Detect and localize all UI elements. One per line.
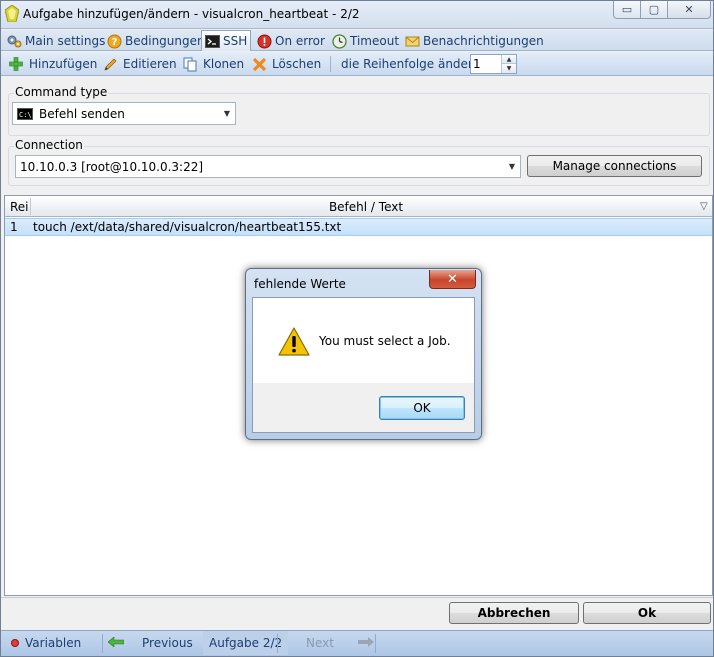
column-header-command[interactable]: Befehl / Text — [31, 196, 701, 217]
column-header-index[interactable]: Rei — [10, 196, 29, 217]
tab-benachrichtigungen[interactable]: Benachrichtigungen — [403, 31, 544, 51]
plus-icon — [8, 56, 24, 72]
previous-button[interactable]: Previous — [107, 631, 193, 655]
toolbar: Hinzufügen Editieren Klonen Löschen die … — [1, 52, 713, 76]
command-type-label: Command type — [14, 85, 109, 99]
connection-label: Connection — [14, 138, 84, 152]
dialog-message: You must select a Job. — [319, 334, 451, 348]
stepper-up-button[interactable]: ▲ — [501, 55, 516, 64]
maximize-icon: ▢ — [648, 3, 660, 16]
order-label-text: die Reihenfolge ändern — [341, 57, 481, 71]
dialog-title: fehlende Werte — [254, 277, 346, 291]
edit-button[interactable]: Editieren — [102, 55, 177, 73]
delete-x-icon — [251, 56, 267, 72]
manage-connections-button[interactable]: Manage connections — [527, 155, 702, 177]
command-type-value: Befehl senden — [39, 106, 125, 121]
command-prompt-icon: C:\ — [17, 107, 33, 120]
gears-icon — [7, 34, 22, 49]
command-type-select[interactable]: C:\ Befehl senden ▼ — [12, 102, 236, 125]
table-row[interactable]: 1 touch /ext/data/shared/visualcron/hear… — [5, 218, 712, 236]
previous-label: Previous — [142, 636, 193, 650]
grid-header: Rei Befehl / Text ▽ — [5, 196, 712, 217]
clone-label: Klonen — [203, 57, 245, 71]
tab-ssh[interactable]: SSH — [201, 30, 252, 51]
minimize-button[interactable]: ▭ — [613, 1, 641, 19]
dialog-body: You must select a Job. OK — [252, 297, 475, 433]
tab-main-settings[interactable]: Main settings — [5, 31, 105, 51]
chevron-down-icon: ▼ — [508, 162, 516, 171]
close-icon: ✕ — [684, 3, 694, 16]
window-title: Aufgabe hinzufügen/ändern - visualcron_h… — [23, 7, 360, 21]
tab-on-error-label: On error — [275, 34, 325, 48]
add-label: Hinzufügen — [29, 57, 98, 71]
status-separator — [277, 634, 278, 653]
delete-label: Löschen — [272, 57, 322, 71]
tab-main-settings-label: Main settings — [25, 34, 106, 48]
error-icon — [257, 34, 272, 49]
maximize-button[interactable]: ▢ — [640, 1, 668, 19]
copy-icon — [182, 56, 198, 72]
pencil-icon — [102, 56, 118, 72]
edit-label: Editieren — [123, 57, 177, 71]
arrow-right-icon — [357, 636, 374, 650]
tab-bar: Main settings ? Bedingungen SSH On error… — [1, 30, 713, 51]
next-button[interactable]: Next — [306, 631, 374, 655]
terminal-icon — [205, 34, 220, 49]
task-editor-window: Aufgabe hinzufügen/ändern - visualcron_h… — [0, 0, 714, 657]
order-input[interactable] — [472, 56, 500, 72]
tab-bedingungen-label: Bedingungen — [125, 34, 205, 48]
title-bar[interactable]: Aufgabe hinzufügen/ändern - visualcron_h… — [1, 1, 713, 29]
minimize-icon: ▭ — [621, 3, 633, 16]
variables-icon — [11, 639, 19, 647]
warning-icon — [278, 327, 310, 356]
arrow-left-icon — [107, 636, 125, 650]
chevron-down-icon: ▼ — [506, 65, 512, 72]
tab-ssh-label: SSH — [223, 34, 248, 48]
close-icon: ✕ — [447, 271, 458, 287]
order-label: die Reihenfolge ändern — [341, 55, 480, 73]
dialog-ok-label: OK — [413, 401, 431, 415]
task-counter-label: Aufgabe 2/2 — [209, 636, 283, 650]
clock-icon — [332, 33, 347, 49]
dialog-message-area: You must select a Job. — [253, 298, 474, 383]
clone-button[interactable]: Klonen — [182, 55, 244, 73]
svg-text:?: ? — [112, 37, 118, 48]
chevron-down-icon: ▼ — [223, 109, 231, 118]
stepper-down-button[interactable]: ▼ — [501, 64, 516, 73]
row-index-cell: 1 — [10, 220, 18, 234]
missing-values-dialog: fehlende Werte ✕ You must select a Job. … — [245, 268, 482, 440]
order-stepper[interactable]: ▲ ▼ — [470, 54, 517, 74]
filter-icon[interactable]: ▽ — [700, 196, 708, 217]
status-separator — [102, 634, 103, 653]
ok-label: Ok — [637, 606, 657, 620]
dialog-ok-button[interactable]: OK — [379, 396, 465, 420]
delete-button[interactable]: Löschen — [251, 55, 321, 73]
variables-label: Variablen — [25, 636, 82, 650]
tab-benachrichtigungen-label: Benachrichtigungen — [423, 34, 544, 48]
dialog-close-button[interactable]: ✕ — [429, 270, 476, 289]
cancel-label: Abbrechen — [477, 606, 551, 620]
tab-timeout[interactable]: Timeout — [330, 31, 399, 51]
ok-button[interactable]: Ok — [583, 602, 711, 624]
status-separator — [375, 634, 376, 653]
cancel-button[interactable]: Abbrechen — [449, 602, 579, 624]
envelope-icon — [405, 34, 420, 49]
tab-bedingungen[interactable]: ? Bedingungen — [105, 31, 205, 51]
task-counter: Aufgabe 2/2 — [203, 631, 289, 655]
variables-button[interactable]: Variablen — [11, 631, 81, 655]
close-button[interactable]: ✕ — [667, 1, 711, 19]
connection-value: 10.10.0.3 [root@10.10.0.3:22] — [20, 159, 204, 174]
status-bar: Variablen Previous Aufgabe 2/2 Next — [1, 630, 713, 656]
tab-on-error[interactable]: On error — [255, 31, 325, 51]
connection-select[interactable]: 10.10.0.3 [root@10.10.0.3:22] ▼ — [15, 155, 521, 178]
question-icon: ? — [107, 34, 122, 49]
tab-timeout-label: Timeout — [350, 34, 400, 48]
manage-connections-label: Manage connections — [552, 159, 677, 173]
visualcron-logo-icon — [5, 5, 19, 22]
add-button[interactable]: Hinzufügen — [8, 55, 97, 73]
chevron-up-icon: ▲ — [506, 55, 512, 63]
toolbar-separator — [330, 56, 331, 72]
row-command-cell: touch /ext/data/shared/visualcron/heartb… — [33, 220, 342, 234]
next-label: Next — [306, 636, 334, 650]
